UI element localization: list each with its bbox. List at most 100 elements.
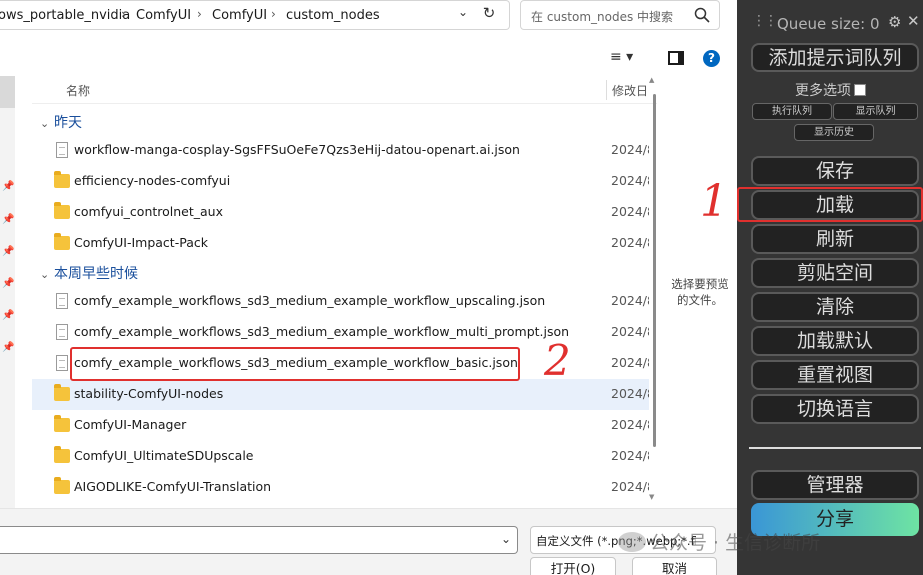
- search-input[interactable]: 在 custom_nodes 中搜索: [520, 0, 720, 30]
- pin-icon: 📌: [2, 214, 15, 225]
- annotation-number-2: 2: [544, 336, 571, 385]
- json-file-icon: [56, 355, 68, 371]
- pin-icon: 📌: [2, 246, 15, 257]
- file-date: 2024/8: [611, 417, 649, 432]
- json-file-icon: [56, 324, 68, 340]
- folder-row[interactable]: AIGODLIKE-ComfyUI-Translation 2024/8: [32, 472, 649, 503]
- gear-icon[interactable]: ⚙: [888, 13, 901, 31]
- switch-language-button[interactable]: 切换语言: [751, 394, 919, 424]
- breadcrumb-item[interactable]: custom_nodes: [286, 8, 380, 23]
- save-button[interactable]: 保存: [751, 156, 919, 186]
- column-divider[interactable]: [606, 80, 607, 100]
- file-date: 2024/8: [611, 293, 649, 308]
- chevron-down-icon[interactable]: ⌄: [40, 117, 54, 130]
- group-header-earlier-this-week[interactable]: ⌄ 本周早些时候: [40, 263, 138, 285]
- file-date: 2024/8: [611, 142, 649, 157]
- breadcrumb-item[interactable]: ows_portable_nvidia: [0, 8, 130, 23]
- address-bar[interactable]: ows_portable_nvidia › ComfyUI › ComfyUI …: [0, 0, 510, 30]
- help-icon[interactable]: ?: [703, 50, 720, 67]
- chevron-down-icon[interactable]: ⌄: [501, 532, 511, 546]
- file-name: comfy_example_workflows_sd3_medium_examp…: [74, 293, 546, 308]
- folder-icon: [54, 446, 70, 463]
- preview-pane-icon[interactable]: [668, 51, 684, 65]
- clipspace-button[interactable]: 剪贴空间: [751, 258, 919, 288]
- file-date: 2024/8: [611, 479, 649, 494]
- pin-icon: 📌: [2, 181, 15, 192]
- file-name: workflow-manga-cosplay-SgsFFSuOeFe7Qzs3e…: [74, 142, 520, 157]
- pin-icon: 📌: [2, 278, 15, 289]
- show-queue-button[interactable]: 显示队列: [833, 103, 918, 120]
- column-name[interactable]: 名称: [66, 82, 90, 99]
- chevron-down-icon[interactable]: ⌄: [40, 268, 54, 281]
- refresh-button[interactable]: 刷新: [751, 224, 919, 254]
- file-name: comfyui_controlnet_aux: [74, 204, 223, 219]
- annotation-number-1: 1: [700, 176, 728, 227]
- file-row[interactable]: comfy_example_workflows_sd3_medium_examp…: [32, 286, 649, 317]
- clear-button[interactable]: 清除: [751, 292, 919, 322]
- breadcrumb-item[interactable]: ComfyUI: [212, 8, 267, 23]
- manager-button[interactable]: 管理器: [751, 470, 919, 500]
- load-default-button[interactable]: 加载默认: [751, 326, 919, 356]
- file-name: comfy_example_workflows_sd3_medium_examp…: [74, 355, 518, 370]
- breadcrumb-separator: ›: [197, 7, 202, 21]
- reset-view-button[interactable]: 重置视图: [751, 360, 919, 390]
- open-button[interactable]: 打开(O): [530, 557, 616, 575]
- wechat-icon: [618, 532, 646, 552]
- scrollbar-thumb[interactable]: [653, 94, 656, 447]
- file-name: efficiency-nodes-comfyui: [74, 173, 231, 188]
- execute-queue-button[interactable]: 执行队列: [752, 103, 832, 120]
- breadcrumb-separator: ›: [121, 7, 126, 21]
- file-name: ComfyUI_UltimateSDUpscale: [74, 448, 254, 463]
- chevron-down-icon[interactable]: ⌄: [453, 5, 473, 25]
- breadcrumb-item[interactable]: ComfyUI: [136, 8, 191, 23]
- load-button[interactable]: 加载: [751, 190, 919, 220]
- folder-row[interactable]: ComfyUI-Manager 2024/8: [32, 410, 649, 441]
- file-date: 2024/8: [611, 355, 649, 370]
- queue-prompt-button[interactable]: 添加提示词队列: [751, 43, 919, 72]
- refresh-icon[interactable]: ↻: [478, 4, 500, 26]
- filename-input[interactable]: ⌄: [0, 526, 518, 554]
- file-date: 2024/8: [611, 448, 649, 463]
- column-header: 名称 修改日: [32, 76, 657, 104]
- comfyui-menu-panel: ⋮⋮ Queue size: 0 ⚙ ✕ 添加提示词队列 更多选项 执行队列 显…: [737, 0, 923, 575]
- more-options-label: 更多选项: [795, 83, 851, 99]
- more-options-toggle[interactable]: 更多选项: [795, 80, 866, 100]
- folder-icon: [54, 477, 70, 494]
- file-date: 2024/8: [611, 173, 649, 188]
- folder-row[interactable]: efficiency-nodes-comfyui 2024/8: [32, 166, 649, 197]
- close-icon[interactable]: ✕: [907, 12, 920, 30]
- scroll-up-icon[interactable]: ▲: [649, 76, 654, 84]
- more-options-checkbox[interactable]: [854, 84, 866, 96]
- file-open-dialog: ows_portable_nvidia › ComfyUI › ComfyUI …: [0, 0, 737, 575]
- pin-icon: 📌: [2, 310, 15, 321]
- file-list[interactable]: 名称 修改日 ⌄ 昨天 workflow-manga-cosplay-SgsFFS…: [32, 76, 657, 508]
- folder-row[interactable]: comfyui_controlnet_aux 2024/8: [32, 197, 649, 228]
- pin-icon: 📌: [2, 342, 15, 353]
- folder-icon: [54, 415, 70, 432]
- watermark-text: 公众号 · 生信诊断所: [650, 532, 821, 554]
- column-modified[interactable]: 修改日: [612, 82, 648, 99]
- search-placeholder: 在 custom_nodes 中搜索: [531, 10, 674, 24]
- file-date: 2024/8: [611, 324, 649, 339]
- file-date: 2024/8: [611, 235, 649, 250]
- folder-icon: [54, 384, 70, 401]
- group-header-yesterday[interactable]: ⌄ 昨天: [40, 112, 82, 134]
- nav-selected-item[interactable]: [0, 76, 15, 108]
- show-history-button[interactable]: 显示历史: [794, 124, 874, 141]
- view-options-icon[interactable]: ≡ ▾: [610, 49, 650, 69]
- file-name: AIGODLIKE-ComfyUI-Translation: [74, 479, 272, 494]
- drag-handle-icon[interactable]: ⋮⋮: [752, 13, 778, 29]
- scroll-down-icon[interactable]: ▼: [649, 493, 654, 501]
- cancel-button[interactable]: 取消: [632, 557, 717, 575]
- group-label: 昨天: [54, 115, 82, 131]
- navigation-pane[interactable]: 📌 📌 📌 📌 📌 📌: [0, 76, 15, 508]
- watermark: 公众号 · 生信诊断所: [618, 528, 820, 555]
- json-file-icon: [56, 142, 68, 158]
- scrollbar[interactable]: ▲ ▼: [649, 76, 657, 508]
- folder-row[interactable]: ComfyUI-Impact-Pack 2024/8: [32, 228, 649, 259]
- folder-row[interactable]: ComfyUI_UltimateSDUpscale 2024/8: [32, 441, 649, 472]
- file-row[interactable]: workflow-manga-cosplay-SgsFFSuOeFe7Qzs3e…: [32, 135, 649, 166]
- search-icon[interactable]: [693, 6, 711, 24]
- json-file-icon: [56, 293, 68, 309]
- queue-size: Queue size: 0: [777, 15, 880, 33]
